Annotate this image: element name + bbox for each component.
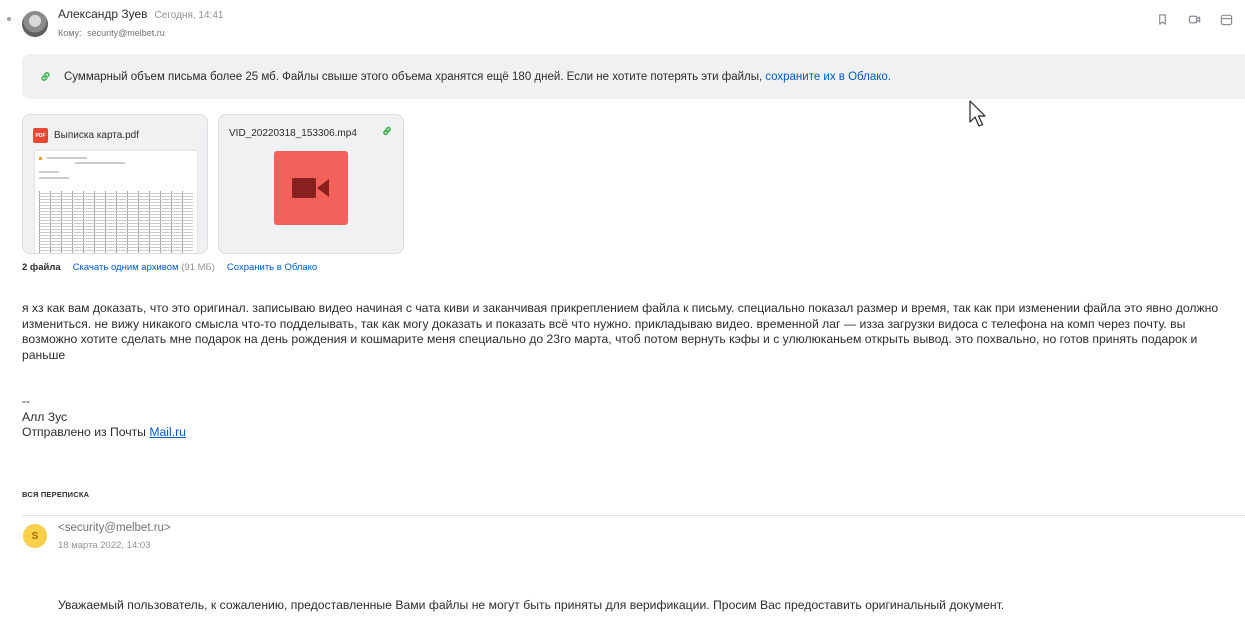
- attachments-count: 2 файла: [22, 262, 61, 273]
- pdf-preview-thumbnail: [35, 151, 197, 253]
- calendar-icon[interactable]: [1217, 11, 1235, 27]
- reply-sender[interactable]: <security@melbet.ru>: [58, 522, 171, 534]
- video-call-icon[interactable]: [1185, 11, 1203, 27]
- bookmark-icon[interactable]: [1153, 11, 1171, 27]
- attachment-video[interactable]: VID_20220318_153306.mp4: [218, 114, 404, 254]
- save-to-cloud-link[interactable]: сохраните их в Облако.: [765, 71, 891, 83]
- mouse-cursor-icon: [969, 100, 986, 127]
- message-body: я хз как вам доказать, что это оригинал.…: [22, 301, 1219, 362]
- video-thumbnail: [274, 151, 348, 225]
- attachment-title: VID_20220318_153306.mp4: [229, 128, 357, 139]
- recipient-line: Кому: security@melbet.ru: [58, 28, 165, 38]
- thread-label[interactable]: ВСЯ ПЕРЕПИСКА: [22, 490, 89, 499]
- divider: [22, 515, 1245, 516]
- signature-name: Алл Зус: [22, 409, 68, 424]
- attachment-title: PDF Выписка карта.pdf: [33, 128, 139, 143]
- recipient-address[interactable]: security@melbet.ru: [87, 28, 165, 38]
- to-label: Кому:: [58, 28, 82, 38]
- notice-text: Суммарный объем письма более 25 мб. Файл…: [64, 70, 763, 83]
- attachment-name: Выписка карта.pdf: [54, 130, 139, 141]
- pdf-file-icon: PDF: [33, 128, 48, 143]
- avatar[interactable]: [22, 11, 48, 37]
- mailru-link[interactable]: Mail.ru: [149, 425, 186, 439]
- signature-sent-from: Отправлено из Почты Mail.ru: [22, 425, 186, 439]
- cloud-link-icon[interactable]: [381, 125, 393, 137]
- video-camera-icon: [292, 178, 329, 198]
- archive-size: (91 МБ): [181, 262, 215, 273]
- reply-avatar: S: [23, 524, 47, 548]
- link-icon: [38, 70, 52, 84]
- message-date: Сегодня, 14:41: [154, 10, 224, 21]
- reply-body: Уважаемый пользователь, к сожалению, пре…: [58, 598, 1005, 612]
- attachments-meta: 2 файла Скачать одним архивом (91 МБ) Со…: [22, 262, 317, 273]
- size-notice-banner: Суммарный объем письма более 25 мб. Файл…: [22, 54, 1245, 99]
- download-archive-link[interactable]: Скачать одним архивом (91 МБ): [73, 262, 215, 273]
- reply-date: 18 марта 2022, 14:03: [58, 540, 151, 551]
- sender-name[interactable]: Александр Зуев: [58, 7, 148, 21]
- attachment-name: VID_20220318_153306.mp4: [229, 128, 357, 139]
- signature: -- Алл Зус Отправлено из Почты Mail.ru: [22, 394, 186, 441]
- unread-dot: [7, 17, 11, 21]
- message-toolbar: [1153, 11, 1235, 27]
- signature-dashes: --: [22, 394, 31, 408]
- save-to-cloud-button[interactable]: Сохранить в Облако: [227, 262, 317, 273]
- attachment-pdf[interactable]: PDF Выписка карта.pdf: [22, 114, 208, 254]
- sender-line: Александр Зуев Сегодня, 14:41: [58, 7, 223, 23]
